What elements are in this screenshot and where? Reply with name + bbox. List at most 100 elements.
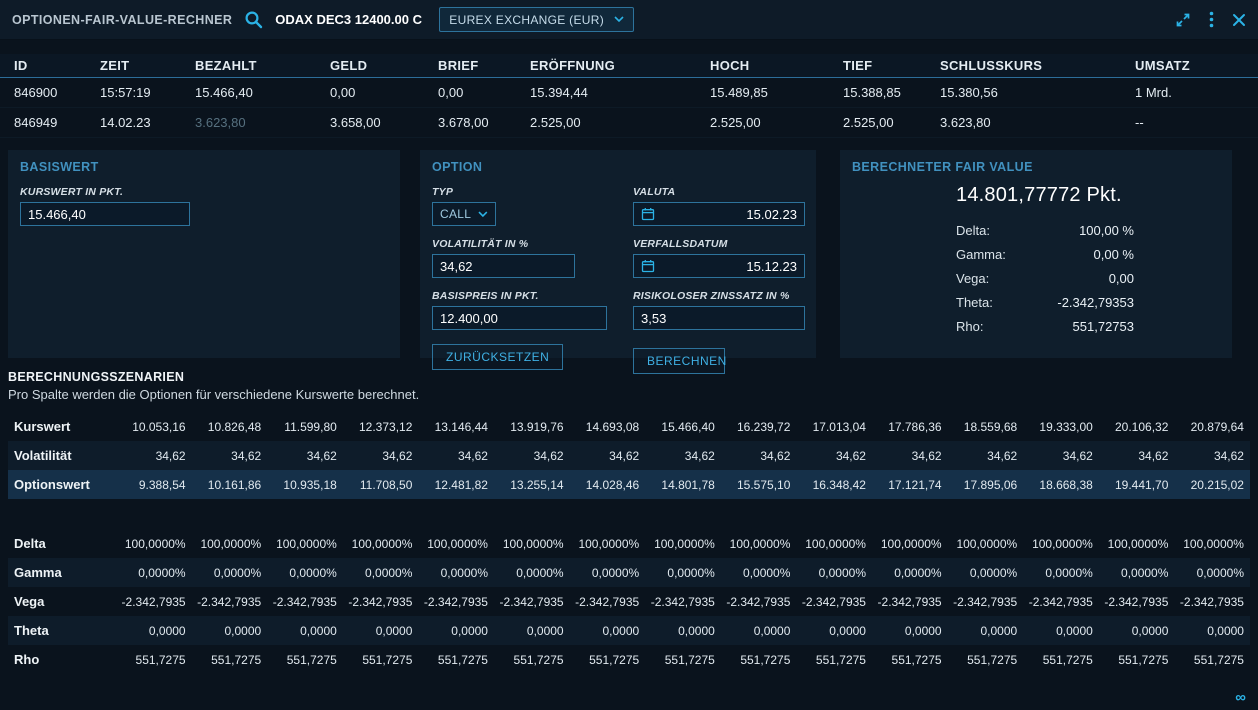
scenario-cell: 34,62	[265, 449, 341, 463]
volatilitaet-input[interactable]	[432, 254, 575, 278]
expand-icon[interactable]	[1175, 12, 1191, 28]
scenario-cell: 34,62	[190, 449, 266, 463]
calculate-button[interactable]: BERECHNEN	[633, 348, 725, 374]
scenario-group-1: Kurswert10.053,1610.826,4811.599,8012.37…	[8, 412, 1250, 499]
scenario-row: Theta0,00000,00000,00000,00000,00000,000…	[8, 616, 1250, 645]
greek-label: Gamma:	[956, 247, 1006, 262]
scenario-cell: 34,62	[416, 449, 492, 463]
quote-row[interactable]: 84694914.02.233.623,803.658,003.678,002.…	[0, 108, 1258, 138]
kebab-menu-icon[interactable]	[1209, 11, 1214, 28]
quote-header-cell[interactable]: HOCH	[710, 58, 843, 73]
quote-header-cell[interactable]: BEZAHLT	[195, 58, 330, 73]
volatilitaet-label: VOLATILITÄT IN %	[432, 238, 607, 250]
zinssatz-input[interactable]	[633, 306, 805, 330]
scenario-cell: 0,0000%	[416, 566, 492, 580]
quote-header-cell[interactable]: BRIEF	[438, 58, 530, 73]
scenario-cell: 9.388,54	[114, 478, 190, 492]
scenario-cell: 0,0000	[870, 624, 946, 638]
scenarios-subtitle: Pro Spalte werden die Optionen für versc…	[8, 387, 1250, 402]
valuta-date-field[interactable]: 15.02.23	[633, 202, 805, 226]
verfallsdatum-date-field[interactable]: 15.12.23	[633, 254, 805, 278]
quote-cell: 3.658,00	[330, 115, 438, 130]
scenario-cell: 551,7275	[1021, 653, 1097, 667]
scenario-cell: 20.879,64	[1172, 420, 1248, 434]
quote-header-cell[interactable]: GELD	[330, 58, 438, 73]
quote-cell: 3.623,80	[940, 115, 1135, 130]
scenario-row-label: Rho	[10, 652, 114, 667]
greek-value: 551,72753	[1073, 319, 1134, 334]
scenario-cell: 17.786,36	[870, 420, 946, 434]
search-icon[interactable]	[244, 10, 263, 29]
scenario-cell: 0,0000	[341, 624, 417, 638]
close-icon[interactable]	[1232, 13, 1246, 27]
scenario-row: Delta100,0000%100,0000%100,0000%100,0000…	[8, 529, 1250, 558]
exchange-select[interactable]: EUREX EXCHANGE (EUR)	[439, 7, 634, 32]
scenario-cell: 551,7275	[416, 653, 492, 667]
scenario-cell: 0,0000%	[794, 566, 870, 580]
scenario-cell: -2.342,7935	[1021, 595, 1097, 609]
quote-header-cell[interactable]: ZEIT	[100, 58, 195, 73]
scenario-row-label: Optionswert	[10, 477, 114, 492]
quote-header-cell[interactable]: ERÖFFNUNG	[530, 58, 710, 73]
quote-header-cell[interactable]: UMSATZ	[1135, 58, 1250, 73]
scenario-row-label: Theta	[10, 623, 114, 638]
quote-cell: 0,00	[330, 85, 438, 100]
scenario-cell: 551,7275	[870, 653, 946, 667]
scenario-cell: 0,0000	[1021, 624, 1097, 638]
greek-label: Vega:	[956, 271, 989, 286]
scenario-row: Optionswert9.388,5410.161,8610.935,1811.…	[8, 470, 1250, 499]
basispreis-input[interactable]	[432, 306, 607, 330]
scenario-cell: 100,0000%	[568, 537, 644, 551]
scenario-cell: 17.013,04	[794, 420, 870, 434]
quote-row[interactable]: 84690015:57:1915.466,400,000,0015.394,44…	[0, 78, 1258, 108]
greek-value: -2.342,79353	[1057, 295, 1134, 310]
infinity-icon[interactable]: ∞	[1235, 689, 1246, 706]
scenario-cell: 19.333,00	[1021, 420, 1097, 434]
scenario-row: Volatilität34,6234,6234,6234,6234,6234,6…	[8, 441, 1250, 470]
scenario-cell: 0,0000	[946, 624, 1022, 638]
zinssatz-label: RISIKOLOSER ZINSSATZ IN %	[633, 290, 805, 302]
panel-basiswert: BASISWERT KURSWERT IN PKT.	[8, 150, 400, 358]
scenario-cell: 14.693,08	[568, 420, 644, 434]
calendar-icon[interactable]	[641, 259, 655, 273]
scenario-cell: 34,62	[946, 449, 1022, 463]
scenario-cell: 0,0000	[643, 624, 719, 638]
scenario-cell: 34,62	[870, 449, 946, 463]
window-controls	[1175, 11, 1246, 28]
scenario-cell: -2.342,7935	[1097, 595, 1173, 609]
scenario-cell: 100,0000%	[1021, 537, 1097, 551]
quote-header-cell[interactable]: SCHLUSSKURS	[940, 58, 1135, 73]
scenario-cell: 0,0000	[114, 624, 190, 638]
scenario-cell: 0,0000%	[870, 566, 946, 580]
panel-option-title: OPTION	[432, 160, 804, 174]
kurswert-input[interactable]	[20, 202, 190, 226]
quote-cell: 2.525,00	[710, 115, 843, 130]
scenario-cell: 12.481,82	[416, 478, 492, 492]
scenario-cell: 100,0000%	[643, 537, 719, 551]
calendar-icon[interactable]	[641, 207, 655, 221]
scenario-cell: 551,7275	[946, 653, 1022, 667]
panel-option: OPTION TYP CALL VALUTA	[420, 150, 816, 358]
scenario-cell: 551,7275	[643, 653, 719, 667]
scenario-cell: 0,0000%	[265, 566, 341, 580]
scenario-cell: 551,7275	[492, 653, 568, 667]
reset-button[interactable]: ZURÜCKSETZEN	[432, 344, 563, 370]
greek-value: 0,00 %	[1094, 247, 1134, 262]
scenario-cell: 34,62	[341, 449, 417, 463]
typ-select[interactable]: CALL	[432, 202, 496, 226]
scenario-row-label: Gamma	[10, 565, 114, 580]
scenario-group-2: Delta100,0000%100,0000%100,0000%100,0000…	[8, 529, 1250, 674]
scenario-cell: 551,7275	[1172, 653, 1248, 667]
instrument-search-input[interactable]	[275, 12, 427, 27]
scenario-row-label: Kurswert	[10, 419, 114, 434]
scenario-cell: 551,7275	[114, 653, 190, 667]
quote-header-cell[interactable]: ID	[14, 58, 100, 73]
quote-cell: 15.489,85	[710, 85, 843, 100]
scenario-cell: 551,7275	[568, 653, 644, 667]
scenario-cell: 0,0000	[190, 624, 266, 638]
quote-cell: --	[1135, 115, 1250, 130]
quote-cell: 15.394,44	[530, 85, 710, 100]
quote-cell: 15.388,85	[843, 85, 940, 100]
quote-header-cell[interactable]: TIEF	[843, 58, 940, 73]
scenario-cell: 100,0000%	[341, 537, 417, 551]
